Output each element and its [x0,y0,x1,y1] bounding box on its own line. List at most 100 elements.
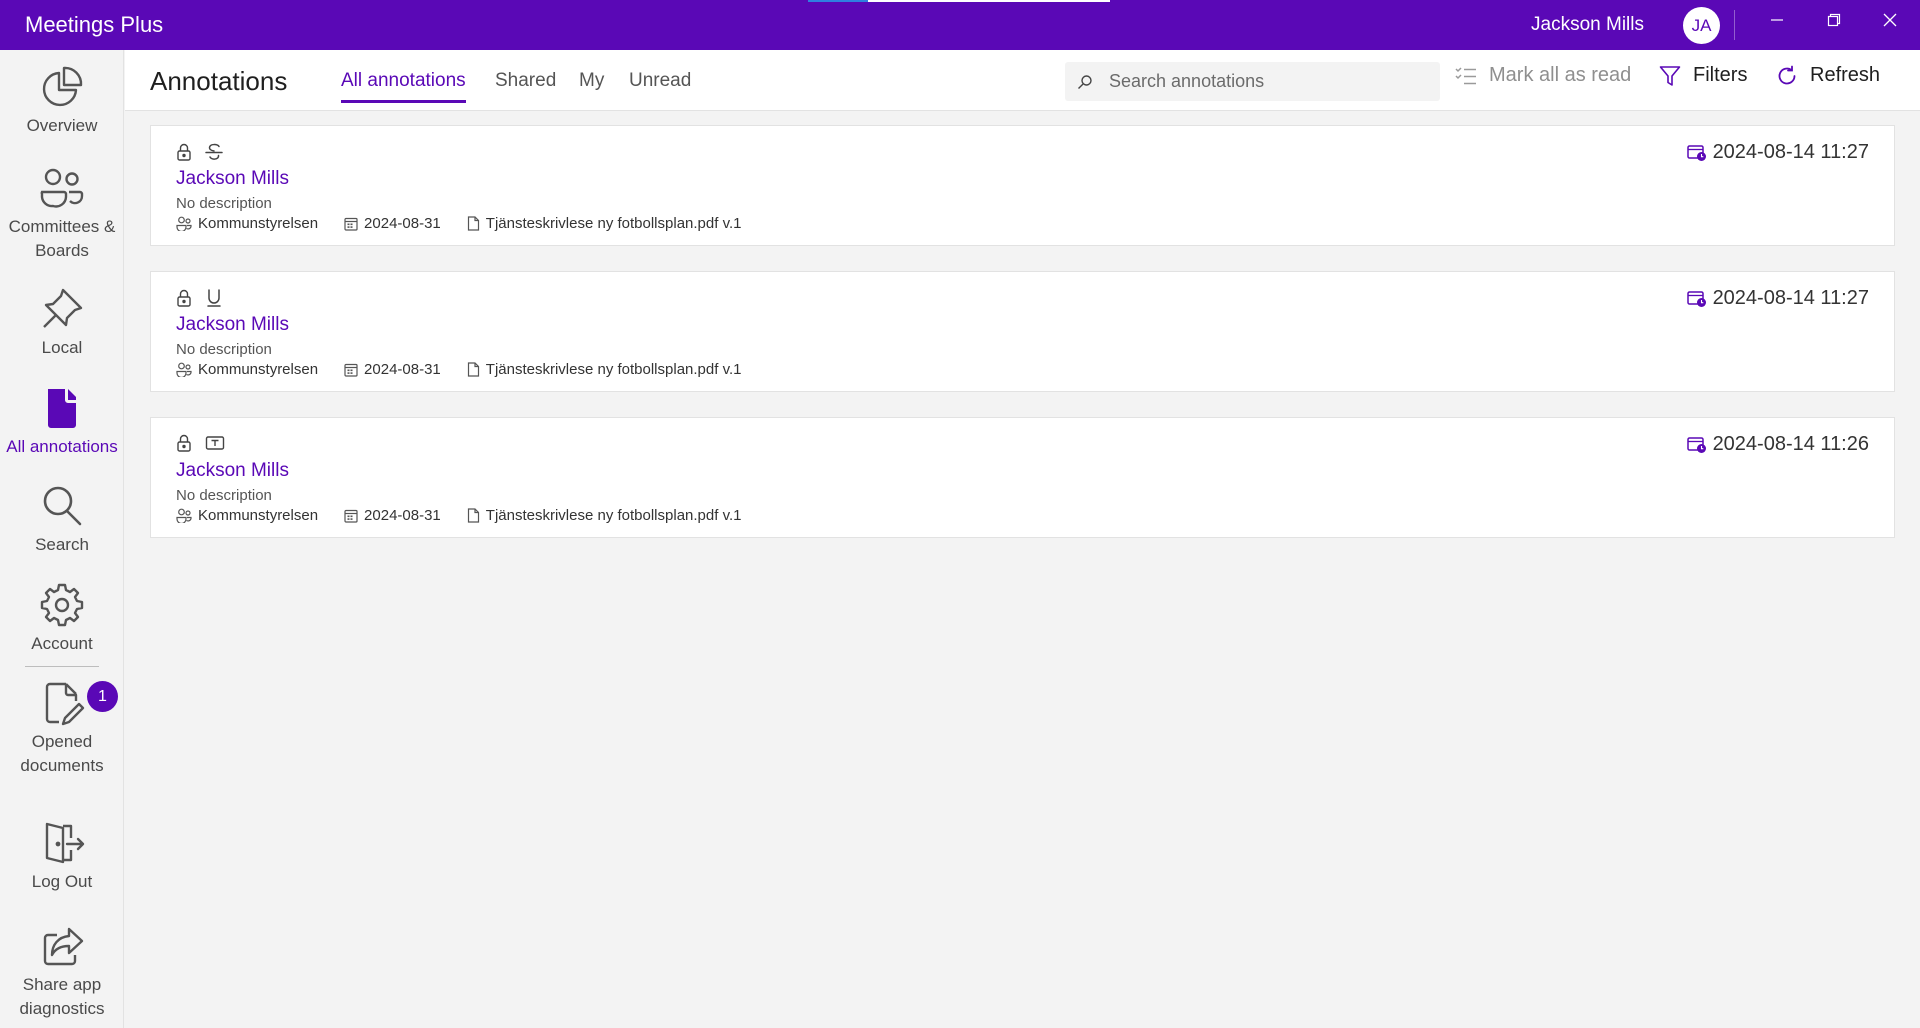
annotation-meeting-date: 2024-08-31 [344,215,441,232]
annotation-document[interactable]: Tjänsteskrivlese ny fotbollsplan.pdf v.1 [467,507,742,524]
sidebar-item-label: Opened documents [20,732,104,775]
annotation-timestamp: 2024-08-14 11:26 [1686,433,1869,456]
calendar-clock-icon [1686,144,1706,161]
annotation-committee: Kommunstyrelsen [176,507,318,524]
filters-button[interactable]: Filters [1659,64,1747,87]
opened-documents-badge: 1 [87,681,118,712]
restore-icon [1827,13,1841,27]
annotation-meeting-date: 2024-08-31 [344,361,441,378]
annotation-committee: Kommunstyrelsen [176,361,318,378]
file-icon [467,508,479,523]
annotation-card[interactable]: Jackson Mills No description Kommunstyre… [150,271,1895,392]
sidebar-item-account[interactable]: Account [0,582,124,656]
sidebar-item-label: Share app diagnostics [19,975,105,1018]
document-name: Tjänsteskrivlese ny fotbollsplan.pdf v.1 [485,215,742,232]
sidebar-item-overview[interactable]: Overview [0,64,124,138]
tab-unread[interactable]: Unread [629,70,691,102]
close-button[interactable] [1862,0,1918,40]
committee-name: Kommunstyrelsen [198,507,319,524]
timestamp-text: 2024-08-14 11:26 [1712,433,1869,455]
sidebar-item-label: Committees & Boards [8,217,116,260]
annotation-card[interactable]: Jackson Mills No description Kommunstyre… [150,417,1895,538]
page-header: Annotations All annotations Shared My Un… [125,50,1920,111]
minimize-icon [1771,19,1783,21]
sidebar: Overview Committees & Boards Local All a… [0,50,124,1028]
user-name[interactable]: Jackson Mills [1531,14,1644,36]
checklist-icon [1455,66,1476,84]
filters-label: Filters [1693,64,1748,86]
committee-name: Kommunstyrelsen [198,361,319,378]
logout-icon [45,822,85,864]
search-icon [1077,74,1093,90]
file-icon [467,362,479,377]
underline-icon [207,289,221,307]
annotation-author[interactable]: Jackson Mills [176,460,289,482]
meeting-date: 2024-08-31 [364,361,441,378]
sidebar-item-label: Overview [26,116,98,135]
pin-icon [43,288,83,328]
meeting-date: 2024-08-31 [364,215,441,232]
timestamp-text: 2024-08-14 11:27 [1712,141,1869,163]
search-box[interactable] [1065,62,1440,101]
search-input[interactable] [1109,71,1409,92]
filter-icon [1659,65,1681,86]
sidebar-item-share-diagnostics[interactable]: Share app diagnostics [0,923,124,1021]
annotation-document[interactable]: Tjänsteskrivlese ny fotbollsplan.pdf v.1 [467,215,742,232]
annotation-description: No description [176,195,272,212]
sidebar-item-label: Log Out [31,872,93,891]
people-icon [176,362,192,377]
tab-shared[interactable]: Shared [495,70,556,102]
title-bar: Meetings Plus Jackson Mills JA [0,0,1920,50]
annotation-timestamp: 2024-08-14 11:27 [1686,141,1869,164]
mark-all-read-label: Mark all as read [1489,64,1632,86]
page-title: Annotations [150,66,288,96]
sidebar-item-log-out[interactable]: Log Out [0,820,124,894]
tab-all-annotations[interactable]: All annotations [341,70,466,103]
strikethrough-icon [205,143,223,160]
people-icon [176,216,192,231]
minimize-button[interactable] [1749,0,1805,40]
people-icon [176,508,192,523]
refresh-button[interactable]: Refresh [1776,64,1880,87]
refresh-icon [1778,65,1796,84]
close-icon [1883,13,1897,27]
annotation-card[interactable]: Jackson Mills No description Kommunstyre… [150,125,1895,246]
search-icon [43,486,82,526]
sidebar-item-label: All annotations [6,437,118,456]
sidebar-item-label: Search [35,535,89,554]
calendar-icon [344,363,358,377]
people-icon [40,168,84,208]
document-name: Tjänsteskrivlese ny fotbollsplan.pdf v.1 [485,507,742,524]
app-title: Meetings Plus [25,12,164,37]
gear-icon [40,583,84,627]
calendar-clock-icon [1686,290,1706,307]
file-icon [467,216,479,231]
document-edit-icon [45,682,85,726]
annotation-document[interactable]: Tjänsteskrivlese ny fotbollsplan.pdf v.1 [467,361,741,378]
annotation-timestamp: 2024-08-14 11:27 [1686,287,1869,310]
sidebar-item-search[interactable]: Search [0,483,124,557]
sidebar-item-committees[interactable]: Committees & Boards [0,165,124,263]
restore-button[interactable] [1806,0,1862,40]
loading-progress-bar [808,0,1110,2]
sidebar-divider [25,666,99,667]
sidebar-item-label: Local [41,338,83,357]
annotation-author[interactable]: Jackson Mills [176,168,289,190]
avatar[interactable]: JA [1683,7,1720,44]
document-icon [48,389,76,428]
calendar-icon [344,217,358,231]
title-separator [1734,10,1735,40]
tab-my[interactable]: My [579,70,604,102]
annotation-description: No description [176,341,272,358]
timestamp-text: 2024-08-14 11:27 [1712,287,1869,309]
meeting-date: 2024-08-31 [364,507,441,524]
avatar-initials: JA [1691,15,1712,35]
sidebar-item-label: Account [31,634,93,653]
sidebar-item-all-annotations[interactable]: All annotations [0,385,124,459]
annotation-author[interactable]: Jackson Mills [176,314,289,336]
share-icon [43,927,84,966]
annotation-meeting-date: 2024-08-31 [344,507,441,524]
sidebar-item-local[interactable]: Local [0,286,124,360]
lock-icon [177,434,191,452]
mark-all-read-button[interactable]: Mark all as read [1455,64,1631,87]
